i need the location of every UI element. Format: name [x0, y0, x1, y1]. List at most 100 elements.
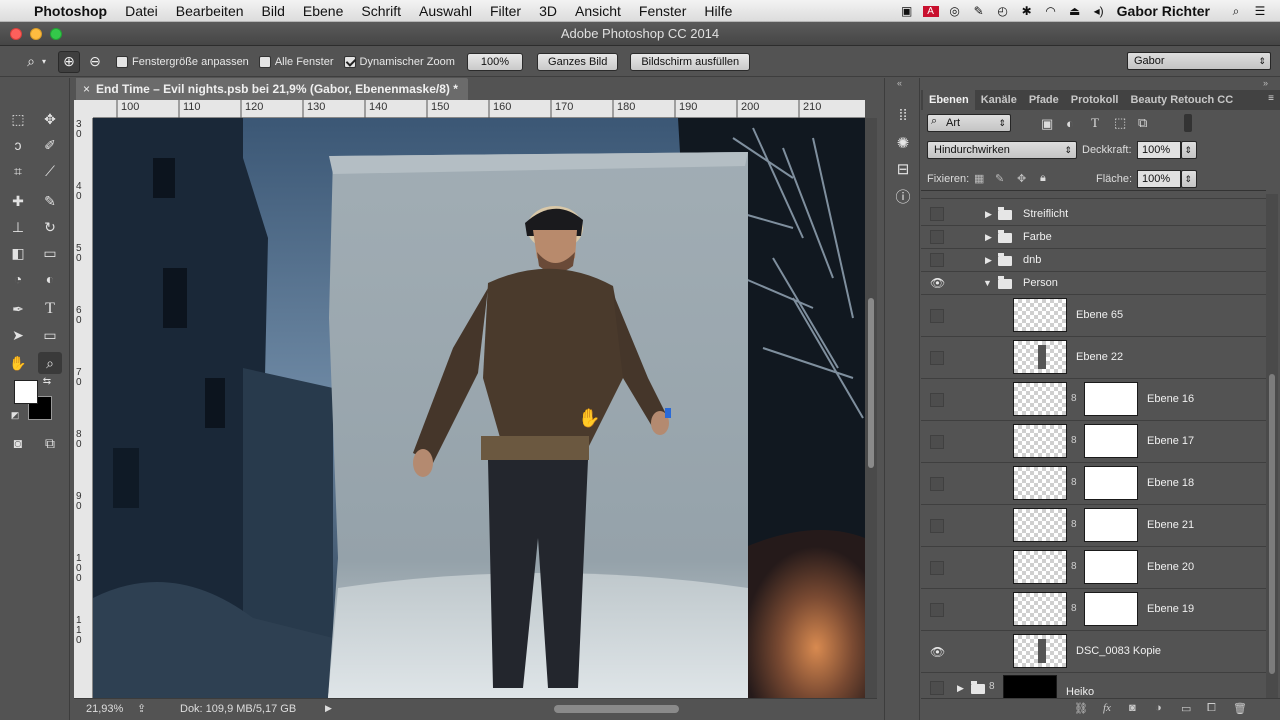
mask-link-icon[interactable]: 8 — [989, 681, 995, 692]
visibility-toggle[interactable] — [930, 561, 944, 575]
lock-pixels-icon[interactable]: ✎ — [995, 172, 1004, 185]
lasso-tool-icon[interactable]: ↄ — [6, 134, 30, 156]
pen-tool-icon[interactable]: ✒ — [6, 298, 30, 320]
zoom-tool-preset-icon[interactable]: ⌕ — [20, 51, 42, 73]
filter-pixel-icon[interactable]: ▣ — [1041, 116, 1053, 132]
mask-link-icon[interactable]: 8 — [1071, 603, 1077, 614]
document-canvas[interactable]: ✋ — [93, 118, 865, 698]
tab-pfade[interactable]: Pfade — [1023, 90, 1065, 110]
path-selection-tool-icon[interactable]: ➤ — [6, 324, 30, 346]
collapse-triangle-icon[interactable]: ▼ — [983, 278, 992, 288]
type-tool-icon[interactable]: T — [38, 298, 62, 320]
hand-tool-icon[interactable]: ✋ — [6, 352, 30, 374]
history-brush-tool-icon[interactable]: ↻ — [38, 216, 62, 238]
tab-beauty-retouch[interactable]: Beauty Retouch CC — [1124, 90, 1239, 110]
blur-tool-icon[interactable]: ◔ — [6, 268, 30, 290]
whole-image-button[interactable]: Ganzes Bild — [537, 52, 619, 71]
layer-group-row[interactable]: ▶ dnb — [921, 249, 1266, 272]
menu-user-name[interactable]: Gabor Richter — [1117, 3, 1210, 19]
link-layers-icon[interactable]: ⛓︎ — [1074, 702, 1088, 715]
blend-mode-select[interactable]: Hindurchwirken — [927, 141, 1077, 159]
wifi-icon[interactable]: ◠ — [1039, 4, 1063, 18]
opacity-input[interactable]: 100% — [1137, 141, 1181, 159]
layer-group-row[interactable]: ▶ Farbe — [921, 226, 1266, 249]
quick-selection-tool-icon[interactable]: ✐ — [38, 134, 62, 156]
layer-row[interactable]: 8 Ebene 17 — [921, 421, 1266, 463]
layer-row[interactable]: 8 Ebene 18 — [921, 463, 1266, 505]
menu-hilfe[interactable]: Hilfe — [704, 3, 732, 19]
layer-mask-thumbnail[interactable] — [1084, 382, 1138, 416]
zoom-level[interactable]: 21,93% — [86, 703, 123, 715]
zoom-window-icon[interactable] — [50, 28, 62, 40]
marquee-tool-icon[interactable]: ⬚ — [6, 108, 30, 130]
tools-icon[interactable]: ✎ — [967, 4, 991, 18]
visibility-toggle[interactable] — [930, 351, 944, 365]
adjustments-icon[interactable]: ⁞⁞ — [893, 106, 913, 126]
menu-bearbeiten[interactable]: Bearbeiten — [176, 3, 244, 19]
lock-position-icon[interactable]: ✥ — [1017, 172, 1026, 185]
layer-row[interactable]: 8 Ebene 21 — [921, 505, 1266, 547]
healing-brush-tool-icon[interactable]: ✚ — [6, 190, 30, 212]
layer-row[interactable]: 8 Ebene 16 — [921, 379, 1266, 421]
menu-ebene[interactable]: Ebene — [303, 3, 343, 19]
mask-link-icon[interactable]: 8 — [1071, 435, 1077, 446]
menu-auswahl[interactable]: Auswahl — [419, 3, 472, 19]
layer-row[interactable]: 👁︎ DSC_0083 Kopie — [921, 631, 1266, 673]
layer-group-row[interactable]: 👁︎ ▼ Person — [921, 272, 1266, 295]
layer-mask-thumbnail[interactable] — [1084, 466, 1138, 500]
layer-row[interactable]: Ebene 65 — [921, 295, 1266, 337]
mask-link-icon[interactable]: 8 — [1071, 477, 1077, 488]
layer-mask-thumbnail[interactable] — [1084, 592, 1138, 626]
canvas-vertical-scrollbar[interactable] — [865, 118, 877, 698]
visibility-toggle[interactable] — [930, 253, 944, 267]
filter-toggle[interactable] — [1184, 114, 1192, 132]
fill-screen-button[interactable]: Bildschirm ausfüllen — [630, 52, 751, 71]
close-window-icon[interactable] — [10, 28, 22, 40]
lock-all-icon[interactable]: 🔒︎ — [1040, 172, 1046, 185]
bluetooth-icon[interactable]: ✱ — [1015, 4, 1039, 18]
screen-mode-icon[interactable]: ⧉ — [38, 432, 62, 454]
clone-stamp-tool-icon[interactable]: ⊥ — [6, 216, 30, 238]
scroll-thumb[interactable] — [868, 298, 874, 468]
fill-dropdown[interactable] — [1181, 170, 1197, 188]
menu-schrift[interactable]: Schrift — [361, 3, 401, 19]
filter-kind-select[interactable]: Art — [927, 114, 1011, 132]
visibility-toggle[interactable] — [930, 519, 944, 533]
filter-smart-object-icon[interactable]: ⧉ — [1138, 115, 1147, 131]
quick-mask-icon[interactable]: ◙ — [6, 432, 30, 454]
close-document-icon[interactable]: × — [83, 78, 90, 100]
dynamic-zoom-checkbox[interactable] — [343, 55, 356, 68]
eye-icon[interactable]: 👁︎ — [930, 645, 945, 659]
layer-mask-thumbnail[interactable] — [1084, 424, 1138, 458]
menu-bild[interactable]: Bild — [262, 3, 285, 19]
new-group-icon[interactable]: ▭ — [1181, 702, 1191, 715]
visibility-toggle[interactable] — [930, 603, 944, 617]
brush-tool-icon[interactable]: ✎ — [38, 190, 62, 212]
menu-app-name[interactable]: Photoshop — [34, 3, 107, 19]
info-icon[interactable]: ⓘ — [893, 188, 913, 208]
opacity-dropdown[interactable] — [1181, 141, 1197, 159]
workspace-select[interactable]: Gabor — [1127, 52, 1271, 70]
share-icon[interactable]: ⇪ — [137, 702, 146, 715]
rectangle-tool-icon[interactable]: ▭ — [38, 324, 62, 346]
zoom-out-icon[interactable]: ⊖ — [84, 51, 106, 73]
fill-input[interactable]: 100% — [1137, 170, 1181, 188]
clone-source-icon[interactable]: ⊟ — [893, 160, 913, 180]
gradient-tool-icon[interactable]: ▭ — [38, 242, 62, 264]
lock-transparency-icon[interactable]: ▦ — [974, 172, 984, 185]
zoom-tool-icon[interactable]: ⌕ — [38, 352, 62, 374]
default-colors-icon[interactable]: ◩ — [8, 408, 22, 422]
expand-triangle-icon[interactable]: ▶ — [985, 209, 992, 220]
zoom-100-button[interactable]: 100% — [466, 52, 524, 71]
foreground-color-swatch-front[interactable] — [14, 380, 38, 404]
layer-row[interactable]: 8 Ebene 19 — [921, 589, 1266, 631]
expand-triangle-icon[interactable]: ▶ — [985, 232, 992, 243]
mask-link-icon[interactable]: 8 — [1071, 519, 1077, 530]
layers-scrollbar[interactable] — [1266, 194, 1278, 714]
play-arrow-icon[interactable]: ▶ — [325, 703, 332, 714]
panel-menu-icon[interactable]: ≡ — [1268, 93, 1274, 104]
eraser-tool-icon[interactable]: ◧ — [6, 242, 30, 264]
visibility-toggle[interactable] — [930, 309, 944, 323]
tab-kanaele[interactable]: Kanäle — [975, 90, 1023, 110]
chevron-down-icon[interactable]: ▾ — [42, 57, 46, 66]
